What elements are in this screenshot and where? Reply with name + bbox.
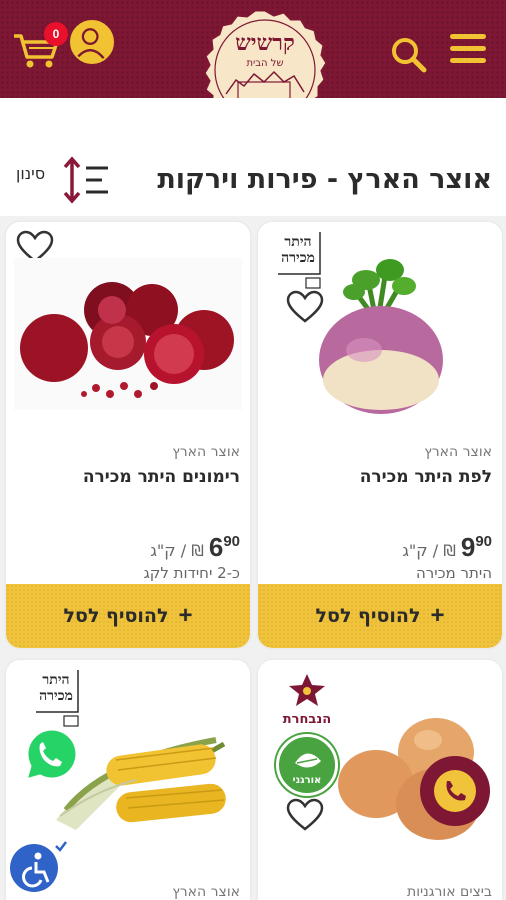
page-title: אוצר הארץ - פירות וירקות (157, 164, 492, 195)
product-category: אוצר הארץ (172, 884, 240, 900)
filter-label[interactable]: סינון (16, 164, 45, 183)
price-decimal: 90 (223, 533, 240, 550)
cart-count-badge: 0 (44, 22, 68, 46)
user-account-icon[interactable] (70, 20, 114, 64)
logo-subtitle: של הבית (246, 58, 283, 69)
price: 690 ₪ / ק"ג (150, 532, 240, 563)
product-note: היתר מכירה (416, 564, 492, 582)
product-card[interactable]: היתר מכירה אוצר הארץ לפת היתר מכירה 990 … (258, 222, 502, 648)
sort-filter-icon[interactable] (62, 156, 112, 204)
whatsapp-icon[interactable] (18, 724, 80, 786)
product-category: אוצר הארץ (424, 444, 492, 460)
price-unit: ₪ / ק"ג (150, 541, 204, 560)
call-button[interactable] (420, 756, 490, 826)
organic-label: אורגני (293, 775, 322, 786)
add-to-cart-label: להוסיף לסל (315, 605, 421, 627)
price: 990 ₪ / ק"ג (402, 532, 492, 563)
price-unit: ₪ / ק"ג (402, 541, 456, 560)
pomegranates-image (14, 258, 242, 410)
add-to-cart-label: להוסיף לסל (63, 605, 169, 627)
accessibility-icon[interactable] (8, 838, 68, 894)
add-to-cart-button[interactable]: + להוסיף לסל (258, 584, 502, 648)
add-to-cart-button[interactable]: + להוסיף לסל (6, 584, 250, 648)
plus-icon: + (430, 602, 445, 629)
hamburger-menu-icon[interactable] (450, 34, 488, 66)
price-decimal: 90 (475, 533, 492, 550)
plus-icon: + (178, 602, 193, 629)
star-icon (289, 674, 325, 706)
phone-icon (434, 770, 476, 812)
price-integer: 6 (208, 532, 224, 562)
product-category: אוצר הארץ (172, 444, 240, 460)
product-name[interactable]: רימונים היתר מכירה (83, 467, 240, 487)
category-header: אוצר הארץ - פירות וירקות סינון (0, 98, 506, 216)
price-integer: 9 (460, 532, 476, 562)
organic-badge: אורגני (276, 734, 338, 796)
badge-text: היתר מכירה (39, 672, 73, 704)
product-name[interactable]: לפת היתר מכירה (360, 467, 492, 487)
product-note: כ-2 יחידות לקג (143, 564, 240, 582)
favorite-heart-icon[interactable] (286, 798, 324, 832)
search-icon[interactable] (390, 36, 428, 74)
logo-title: קרשיש (235, 30, 295, 56)
product-card[interactable]: אוצר הארץ רימונים היתר מכירה 690 ₪ / ק"ג… (6, 222, 250, 648)
turnip-image (319, 259, 443, 414)
product-category: ביצים אורגניות (407, 884, 492, 900)
